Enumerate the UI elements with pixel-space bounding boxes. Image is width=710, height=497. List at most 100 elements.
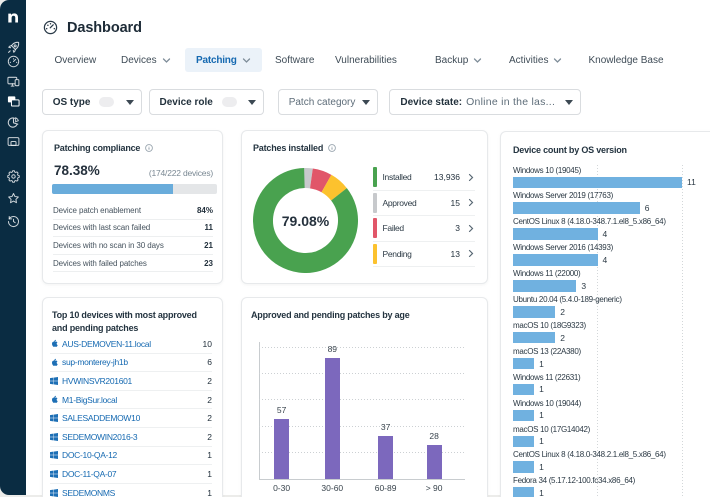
tab-software[interactable]: Software [275, 48, 314, 72]
gauge-icon[interactable] [7, 55, 20, 68]
device-os-icon [50, 339, 59, 349]
os-bar[interactable] [513, 280, 576, 292]
devices-icon[interactable] [7, 75, 20, 88]
device-name-link[interactable]: DOC-10-QA-12 [62, 450, 117, 460]
device-row: DOC-11-QA-071 [50, 465, 212, 484]
empty-count-pill [99, 97, 114, 107]
device-os-icon [50, 432, 59, 442]
os-bar-row: Windows 10 (19045)11 [513, 166, 696, 189]
filter-os-type[interactable]: OS type [42, 89, 142, 115]
tab-backup[interactable]: Backup [435, 48, 482, 72]
device-name-link[interactable]: SALESADDEMOW10 [62, 413, 140, 423]
patching-compliance-card: Patching compliance 78.38% (174/222 devi… [42, 130, 223, 284]
device-os-icon [50, 450, 59, 460]
filter-device-role[interactable]: Device role [149, 89, 265, 115]
os-bar[interactable] [513, 436, 534, 448]
device-os-icon [50, 469, 59, 479]
history-icon[interactable] [7, 215, 20, 228]
os-bar[interactable] [513, 306, 555, 318]
page-title: Dashboard [67, 20, 142, 36]
progress-fill [52, 184, 173, 194]
legend-color-bar [373, 218, 377, 238]
os-label: macOS 13 (22A380) [513, 347, 581, 356]
os-bar[interactable] [513, 332, 555, 344]
device-count: 1 [207, 450, 212, 460]
filter-device-state[interactable]: Device state: Online in the las... [389, 89, 581, 115]
chevron-down-icon [242, 56, 251, 65]
os-bar[interactable] [513, 410, 534, 422]
compliance-rows: Device patch enablement84%Devices with l… [53, 202, 213, 272]
tab-devices[interactable]: Devices [121, 48, 171, 72]
legend-row[interactable]: Failed3 [373, 216, 475, 242]
legend-value: 15 [451, 198, 460, 208]
age-bar-category: > 90 [410, 483, 458, 493]
os-bar[interactable] [513, 358, 534, 370]
device-name-link[interactable]: SEDEMOWIN2016-3 [62, 432, 137, 442]
rocket-icon[interactable] [7, 41, 20, 54]
patches-by-age-card: Approved and pending patches by age 570-… [241, 297, 488, 497]
device-name-link[interactable]: AUS-DEMOVEN-11.local [62, 339, 151, 349]
tab-label: Patching [196, 55, 237, 66]
windows-icon [50, 433, 58, 441]
dashboards-icon[interactable] [7, 95, 20, 108]
age-bar-category: 30-60 [308, 483, 356, 493]
gridline [682, 165, 683, 497]
tab-knowledge-base[interactable]: Knowledge Base [589, 48, 664, 72]
tab-patching[interactable]: Patching [185, 48, 262, 72]
compliance-row: Devices with last scan failed11 [53, 220, 213, 238]
tab-activities[interactable]: Activities [509, 48, 562, 72]
ninja-logo[interactable] [7, 10, 20, 23]
os-bar-row: Ubuntu 20.04 (5.4.0-189-generic)2 [513, 295, 622, 318]
windows-icon [50, 377, 58, 385]
os-label: CentOS Linux 8 (4.18.0-348.2.1.el8_5.x86… [513, 450, 666, 459]
os-value: 1 [539, 410, 544, 420]
os-label: CentOS Linux 8 (4.18.0-348.7.1.el8_5.x86… [513, 217, 666, 226]
os-value: 2 [560, 333, 565, 343]
tab-overview[interactable]: Overview [55, 48, 97, 72]
device-row: SEDEMONMS1 [50, 484, 212, 497]
age-bar[interactable] [274, 419, 289, 479]
legend-row[interactable]: Approved15 [373, 191, 475, 217]
os-bar[interactable] [513, 487, 534, 497]
device-count: 6 [207, 357, 212, 367]
os-bar[interactable] [513, 228, 598, 240]
os-bar-row: macOS 10 (18G9323)2 [513, 321, 586, 344]
device-name-link[interactable]: HVWINSVR201601 [62, 376, 132, 386]
console-icon[interactable] [7, 135, 20, 148]
donut-center: 79.08% [253, 168, 358, 273]
reporting-icon[interactable] [7, 116, 20, 129]
os-bar[interactable] [513, 177, 682, 189]
legend-color-bar [373, 167, 377, 187]
age-bar[interactable] [378, 436, 393, 479]
star-icon[interactable] [7, 192, 20, 205]
device-count: 2 [207, 413, 212, 423]
windows-icon [50, 489, 58, 497]
filter-patch-category[interactable]: Patch category [278, 89, 379, 115]
compliance-row: Devices with no scan in 30 days21 [53, 237, 213, 255]
legend-row[interactable]: Pending13 [373, 242, 475, 268]
os-bar[interactable] [513, 202, 640, 214]
settings-gear-icon[interactable] [7, 170, 20, 183]
age-bar-category: 60-89 [362, 483, 410, 493]
top-devices-card: Top 10 devices with most approved and pe… [42, 297, 223, 497]
os-version-card: Device count by OS version Windows 10 (1… [500, 131, 710, 497]
age-bar[interactable] [325, 358, 340, 479]
tab-vulnerabilities[interactable]: Vulnerabilities [335, 48, 397, 72]
row-value: 23 [204, 259, 213, 268]
os-bar[interactable] [513, 461, 534, 473]
os-bar[interactable] [513, 384, 534, 396]
device-name-link[interactable]: SEDEMONMS [62, 488, 115, 497]
os-label: Ubuntu 20.04 (5.4.0-189-generic) [513, 295, 622, 304]
os-bar[interactable] [513, 254, 598, 266]
device-name-link[interactable]: DOC-11-QA-07 [62, 469, 116, 479]
gridline [597, 165, 598, 497]
os-value: 1 [539, 384, 544, 394]
gridline [259, 373, 465, 374]
device-name-link[interactable]: M1-BigSur.local [62, 395, 117, 405]
os-value: 1 [539, 488, 544, 497]
os-barline: 2 [513, 332, 586, 344]
legend-label: Pending [383, 249, 412, 259]
legend-row[interactable]: Installed13,936 [373, 165, 475, 191]
device-name-link[interactable]: sup-monterey-jh1b [62, 357, 128, 367]
age-bar[interactable] [427, 445, 442, 479]
